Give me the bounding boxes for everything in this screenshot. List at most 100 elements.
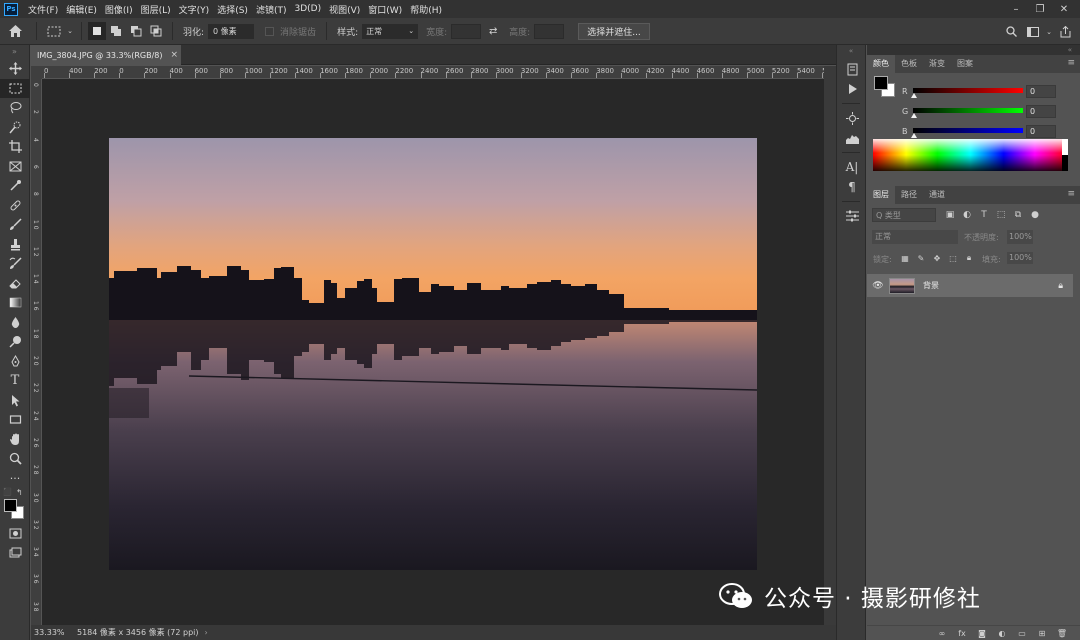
gradient-tool-icon[interactable] [0, 293, 30, 313]
type-tool-icon[interactable]: T [0, 371, 30, 391]
swap-colors-icon[interactable]: ↰ [16, 488, 23, 497]
vertical-ruler[interactable]: 0 2 4 6 8 1 0 1 2 1 4 1 6 1 8 2 0 2 2 2 4 2 6 2 8 3 0 3 … [31, 79, 42, 625]
slider-marker-icon[interactable] [911, 113, 917, 118]
actions-panel-icon[interactable] [837, 79, 867, 99]
eye-icon[interactable]: 👁︎ [867, 281, 889, 291]
crop-tool-icon[interactable] [0, 137, 30, 157]
histogram-panel-icon[interactable] [837, 128, 867, 148]
menu-file[interactable]: 文件(F) [28, 3, 58, 16]
eraser-tool-icon[interactable] [0, 274, 30, 294]
chevron-down-icon[interactable]: ⌄ [65, 22, 75, 40]
adjustment-layer-icon[interactable]: ◐ [992, 629, 1012, 638]
horizontal-ruler[interactable]: 0 400 200 0 200 400 600 800 1000 1200 1400 1600 1800… [42, 66, 824, 79]
new-selection-icon[interactable] [88, 22, 106, 40]
filter-toggle-icon[interactable]: ● [1028, 208, 1042, 222]
pixel-filter-icon[interactable]: ▣ [943, 208, 957, 222]
photoshop-logo-icon[interactable]: Ps [4, 2, 18, 16]
quick-selection-tool-icon[interactable] [0, 118, 30, 138]
slider-marker-icon[interactable] [911, 93, 917, 98]
adjustments-panel-icon[interactable] [837, 108, 867, 128]
pen-tool-icon[interactable] [0, 352, 30, 372]
ruler-origin[interactable] [31, 66, 42, 79]
share-icon[interactable] [1054, 23, 1076, 41]
properties-panel-icon[interactable] [837, 206, 867, 226]
menu-3d[interactable]: 3D(D) [294, 4, 321, 14]
eyedropper-tool-icon[interactable] [0, 176, 30, 196]
adjustment-filter-icon[interactable]: ◐ [960, 208, 974, 222]
menu-layer[interactable]: 图层(L) [141, 3, 171, 16]
close-tab-icon[interactable]: × [171, 50, 179, 60]
type-filter-icon[interactable]: T [977, 208, 991, 222]
lasso-tool-icon[interactable] [0, 98, 30, 118]
new-layer-icon[interactable]: ⊞ [1032, 629, 1052, 638]
tab-channels[interactable]: 通道 [923, 186, 951, 204]
select-and-mask-button[interactable]: 选择并遮住... [578, 22, 650, 40]
lock-position-icon[interactable]: ✥ [930, 252, 944, 264]
red-slider[interactable] [913, 88, 1023, 93]
lock-artboard-icon[interactable]: ⬚ [946, 252, 960, 264]
zoom-tool-icon[interactable] [0, 449, 30, 469]
black-white-ramp[interactable] [1062, 139, 1068, 171]
brush-tool-icon[interactable] [0, 215, 30, 235]
rectangle-marquee-tool-icon[interactable] [0, 78, 30, 98]
menu-image[interactable]: 图像(I) [105, 3, 133, 16]
blur-tool-icon[interactable] [0, 313, 30, 333]
menu-filter[interactable]: 滤镜(T) [256, 3, 287, 16]
layer-filter-select[interactable]: Q 类型 [872, 208, 936, 222]
minimize-icon[interactable]: – [1004, 0, 1028, 18]
tab-color[interactable]: 颜色 [867, 55, 895, 73]
layer-mask-icon[interactable]: ◙ [972, 629, 992, 638]
menu-type[interactable]: 文字(Y) [179, 3, 210, 16]
lock-pixels-icon[interactable]: ✎ [914, 252, 928, 264]
home-icon[interactable] [0, 22, 30, 40]
close-window-icon[interactable]: ✕ [1052, 0, 1076, 18]
default-colors-icon[interactable]: ⬛ [3, 488, 12, 496]
vertical-scrollbar[interactable] [824, 66, 836, 625]
history-panel-icon[interactable] [837, 59, 867, 79]
tab-swatches[interactable]: 色板 [895, 55, 923, 73]
opacity-input[interactable]: 100% [1007, 230, 1033, 244]
width-input[interactable] [451, 23, 482, 39]
document-image[interactable] [109, 138, 757, 570]
new-group-icon[interactable]: ▭ [1012, 629, 1032, 638]
move-tool-icon[interactable] [0, 59, 30, 79]
intersect-selection-icon[interactable] [146, 22, 166, 40]
menu-select[interactable]: 选择(S) [217, 3, 248, 16]
layer-style-icon[interactable]: fx [952, 629, 972, 638]
rectangle-tool-icon[interactable] [0, 410, 30, 430]
shape-filter-icon[interactable]: ⬚ [994, 208, 1008, 222]
character-panel-icon[interactable]: A| [837, 157, 867, 177]
green-slider[interactable] [913, 108, 1023, 113]
menu-edit[interactable]: 编辑(E) [66, 3, 97, 16]
green-value-input[interactable]: 0 [1026, 104, 1056, 118]
menu-help[interactable]: 帮助(H) [410, 3, 442, 16]
collapse-toolbar-icon[interactable]: » [0, 45, 29, 59]
restore-icon[interactable]: ❐ [1028, 0, 1052, 18]
tab-paths[interactable]: 路径 [895, 186, 923, 204]
more-tools-icon[interactable]: ··· [0, 469, 30, 489]
add-selection-icon[interactable] [106, 22, 126, 40]
blue-value-input[interactable]: 0 [1026, 124, 1056, 138]
menu-view[interactable]: 视图(V) [329, 3, 360, 16]
red-value-input[interactable]: 0 [1026, 84, 1056, 98]
swap-dimensions-icon[interactable]: ⇄ [481, 22, 505, 40]
document-tab[interactable]: IMG_3804.JPG @ 33.3%(RGB/8) × [31, 45, 181, 65]
clone-stamp-tool-icon[interactable] [0, 235, 30, 255]
height-input[interactable] [534, 23, 565, 39]
paragraph-panel-icon[interactable]: ¶ [837, 177, 867, 197]
slider-marker-icon[interactable] [911, 133, 917, 138]
tab-layers[interactable]: 图层 [867, 186, 895, 204]
delete-layer-icon[interactable]: 🗑︎ [1052, 629, 1072, 638]
frame-tool-icon[interactable] [0, 157, 30, 177]
collapse-dock-icon[interactable]: « [837, 45, 865, 59]
workspace-icon[interactable] [1022, 23, 1044, 41]
hand-tool-icon[interactable] [0, 430, 30, 450]
history-brush-tool-icon[interactable] [0, 254, 30, 274]
status-menu-arrow-icon[interactable]: › [205, 628, 208, 637]
chevron-down-icon[interactable]: ⌄ [1044, 23, 1054, 41]
zoom-level-field[interactable]: 33.33% [31, 628, 71, 637]
quick-mask-icon[interactable] [0, 524, 30, 544]
tab-gradients[interactable]: 渐变 [923, 55, 951, 73]
antialias-checkbox[interactable] [262, 22, 276, 40]
lock-transparency-icon[interactable]: ▦ [898, 252, 912, 264]
